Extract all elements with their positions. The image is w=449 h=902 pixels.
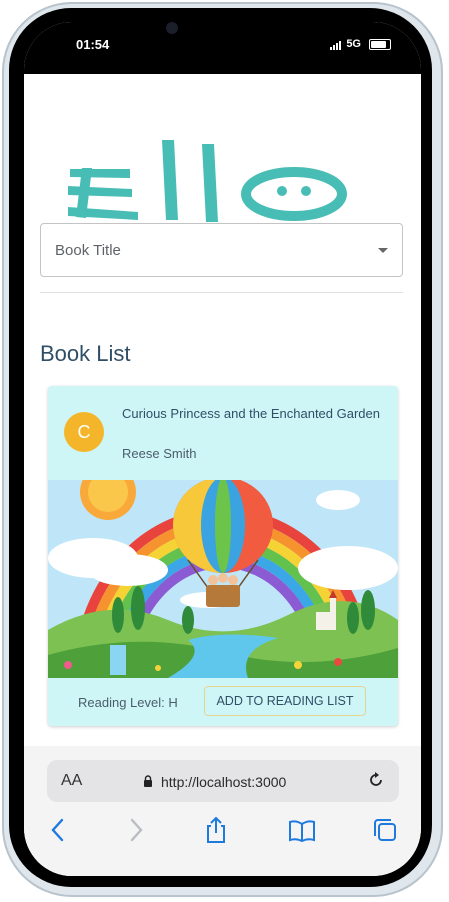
book-card-header: C Curious Princess and the Enchanted Gar… — [48, 386, 398, 480]
share-icon[interactable] — [204, 816, 228, 844]
book-cover-image — [48, 480, 398, 678]
status-time: 01:54 — [76, 37, 110, 52]
reload-icon[interactable] — [367, 771, 385, 789]
address-bar[interactable]: AA http://localhost:3000 — [47, 760, 399, 802]
section-title: Book List — [40, 341, 131, 366]
dropdown-caret-icon — [378, 248, 388, 253]
avatar: C — [64, 412, 104, 452]
book-card: C Curious Princess and the Enchanted Gar… — [48, 386, 398, 726]
url-text: http://localhost:3000 — [161, 774, 287, 790]
network-label: 5G — [346, 38, 361, 50]
status-bar: 01:54 5G — [24, 22, 421, 74]
book-title: Curious Princess and the Enchanted Garde… — [122, 406, 380, 421]
book-author: Reese Smith — [122, 446, 197, 461]
divider — [40, 292, 403, 293]
forward-icon[interactable] — [126, 816, 146, 844]
text-size-button[interactable]: AA — [61, 772, 82, 790]
back-icon[interactable] — [48, 816, 68, 844]
book-card-actions: Reading Level: H ADD TO READING LIST — [48, 678, 398, 726]
reading-level: Reading Level: H — [78, 695, 178, 710]
book-title-label: Book Title — [55, 242, 121, 259]
book-title-select[interactable]: Book Title — [40, 223, 403, 277]
battery-icon — [369, 38, 391, 50]
phone-screen: 01:54 5G Book Title Book List C Curious … — [24, 22, 421, 876]
front-camera — [166, 22, 178, 34]
bookmarks-icon[interactable] — [288, 816, 316, 844]
add-to-reading-list-button[interactable]: ADD TO READING LIST — [204, 686, 366, 716]
page-content: Book Title Book List C Curious Princess … — [24, 74, 421, 746]
lock-icon — [144, 775, 152, 787]
signal-icon — [330, 38, 342, 50]
ello-logo — [68, 140, 347, 222]
browser-toolbar: AA http://localhost:3000 — [24, 746, 421, 876]
status-indicators: 5G — [330, 38, 391, 50]
tabs-icon[interactable] — [372, 816, 398, 844]
